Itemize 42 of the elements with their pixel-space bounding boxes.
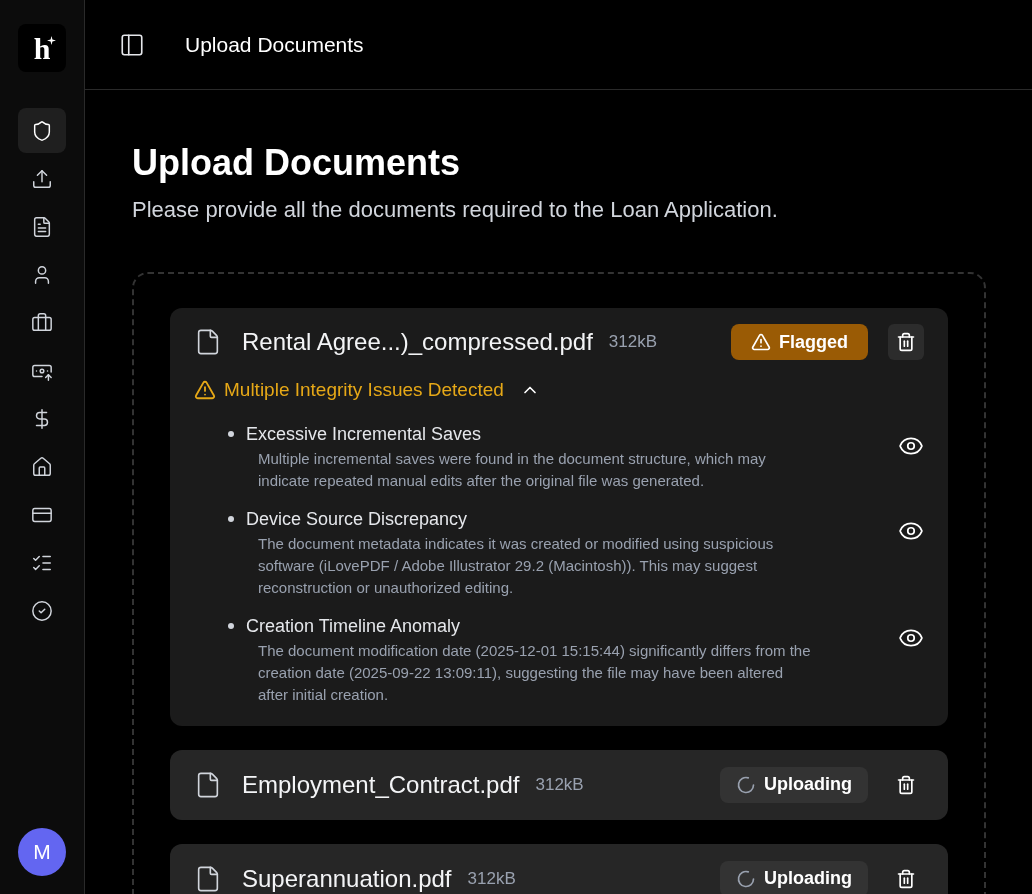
nav-item[interactable]: [18, 108, 66, 153]
file-name: Rental Agree...)_compressed.pdf: [242, 327, 593, 357]
header-title: Upload Documents: [185, 31, 364, 58]
panel-icon: [119, 31, 145, 58]
check-circle-icon: [31, 599, 53, 622]
drop-zone[interactable]: [132, 272, 986, 894]
sidebar-toggle[interactable]: [119, 31, 145, 58]
briefcase-icon: [31, 311, 53, 334]
issue-description: Multiple incremental saves were found in the document structure, which may indicate repeated manual edits after the original file was generated.: [257, 448, 767, 491]
file-name: Superannuation.pdf: [242, 863, 452, 894]
bullet: [228, 623, 234, 629]
issue-description: The document modification date (2025-12-01 15:15:44) significantly differs from the creation date (2025-09-22 13:09:11), suggesting the file may have been altered after initial creation.: [257, 640, 812, 705]
file-size: 312kB: [608, 331, 658, 354]
page-subtitle: Please provide all the documents required to the Loan Application.: [132, 196, 779, 224]
shield-icon: [31, 119, 53, 142]
warning-icon: [194, 379, 216, 402]
document-icon: [31, 215, 53, 238]
uploading-badge: Uploading: [720, 860, 868, 894]
delete-button[interactable]: [888, 324, 924, 360]
bullet: [228, 431, 234, 437]
flagged-badge: Flagged: [731, 324, 868, 360]
issue-title: Excessive Incremental Saves: [246, 422, 482, 446]
house-icon: [31, 455, 53, 478]
page-title: Upload Documents: [132, 141, 462, 185]
file-size: 312kB: [535, 773, 584, 796]
upload-icon: [31, 167, 53, 190]
logo: h: [18, 24, 66, 72]
uploading-badge: Uploading: [720, 766, 868, 803]
file-size: 312kB: [467, 867, 516, 890]
bullet: [228, 516, 234, 522]
trash-icon: [896, 774, 916, 795]
spinner-icon: [736, 868, 756, 889]
issue-title: Device Source Discrepancy: [246, 507, 468, 531]
warning-icon: [751, 332, 771, 352]
avatar[interactable]: M: [18, 828, 66, 876]
issues-toggle[interactable]: Multiple Integrity Issues Detected: [194, 376, 540, 405]
issue-title: Creation Timeline Anomaly: [246, 614, 461, 638]
file-name: Employment_Contract.pdf: [242, 769, 520, 800]
issue-description: The document metadata indicates it was created or modified using suspicious software (iLovePDF / Adobe Illustrator 29.2 (Macintosh)). This may suggest reconstruction or unauthorized editing.: [257, 533, 775, 598]
trash-icon: [896, 332, 916, 352]
spinner-icon: [736, 774, 756, 795]
trash-icon: [896, 868, 916, 889]
